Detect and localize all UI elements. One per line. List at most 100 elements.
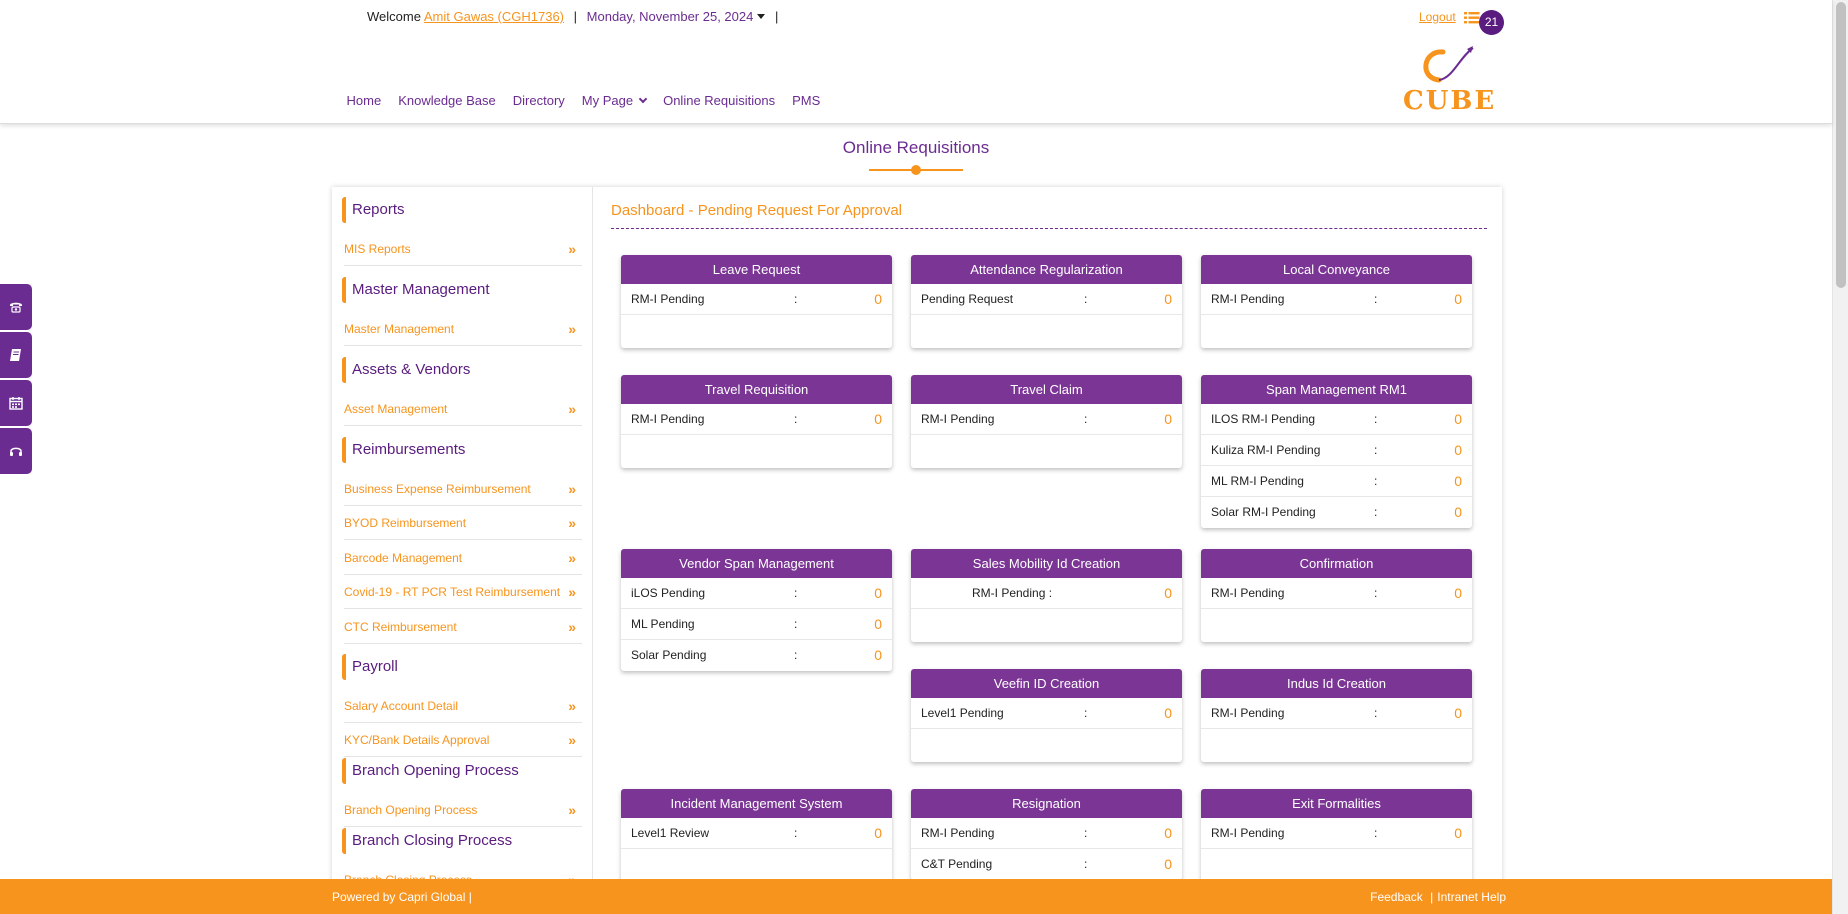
- row-count[interactable]: 0: [1454, 818, 1462, 849]
- logout-link[interactable]: Logout: [1419, 10, 1456, 24]
- feedback-link[interactable]: Feedback: [1370, 890, 1423, 904]
- intranet-help-link[interactable]: Intranet Help: [1437, 890, 1506, 904]
- sidebar-item-business-expense[interactable]: Business Expense Reimbursement »: [344, 472, 582, 506]
- row-count[interactable]: 0: [874, 404, 882, 435]
- row-count[interactable]: 0: [874, 578, 882, 609]
- row-count[interactable]: 0: [1164, 404, 1172, 435]
- row-count[interactable]: 0: [1454, 698, 1462, 729]
- sidebar-item-branch-opening[interactable]: Branch Opening Process »: [344, 793, 582, 827]
- row-count[interactable]: 0: [1454, 578, 1462, 609]
- double-chevron-right-icon: »: [568, 515, 576, 531]
- nav-my-page[interactable]: My Page: [573, 93, 654, 108]
- panel-row[interactable]: ML Pending: 0: [621, 609, 892, 640]
- sidebar-item-label: CTC Reimbursement: [344, 620, 457, 634]
- trailing-separator: |: [774, 9, 779, 24]
- top-header: Welcome Amit Gawas (CGH1736) | Monday, N…: [0, 0, 1832, 124]
- sidebar-item-salary-account[interactable]: Salary Account Detail »: [344, 689, 582, 723]
- notification-badge[interactable]: 21: [1479, 10, 1504, 35]
- panel-row[interactable]: RM-I Pending: 0: [1201, 578, 1472, 609]
- sidebar-item-kyc[interactable]: KYC/Bank Details Approval »: [344, 723, 582, 757]
- sidebar-item-ctc[interactable]: CTC Reimbursement »: [344, 610, 582, 644]
- row-colon: :: [794, 586, 798, 600]
- panel-spacer: [621, 849, 892, 882]
- panel-title: Exit Formalities: [1201, 789, 1472, 818]
- separator: |: [573, 9, 578, 24]
- panel-indus-id-creation: Indus Id Creation RM-I Pending: 0: [1201, 669, 1472, 762]
- panel-row[interactable]: RM-I Pending: 0: [911, 404, 1182, 435]
- row-count[interactable]: 0: [1454, 435, 1462, 466]
- nav-online-requisitions[interactable]: Online Requisitions: [655, 93, 784, 108]
- row-count[interactable]: 0: [1164, 849, 1172, 880]
- knowledge-button[interactable]: [0, 332, 32, 378]
- panel-row[interactable]: Solar RM-I Pending: 0: [1201, 497, 1472, 528]
- dashboard-title: Dashboard - Pending Request For Approval: [611, 202, 903, 219]
- sidebar-item-covid[interactable]: Covid-19 - RT PCR Test Reimbursement »: [344, 575, 582, 609]
- row-label: ML Pending: [631, 617, 695, 631]
- row-count[interactable]: 0: [1164, 698, 1172, 729]
- nav-knowledge-base[interactable]: Knowledge Base: [390, 93, 505, 108]
- user-name-link[interactable]: Amit Gawas (CGH1736): [424, 9, 564, 24]
- row-count[interactable]: 0: [874, 818, 882, 849]
- date-dropdown[interactable]: Monday, November 25, 2024: [587, 9, 766, 24]
- row-colon: :: [1084, 826, 1088, 840]
- panel-row[interactable]: RM-I Pending : 0: [911, 578, 1182, 609]
- calendar-button[interactable]: [0, 380, 32, 426]
- row-colon: :: [794, 617, 798, 631]
- panel-row[interactable]: ML RM-I Pending: 0: [1201, 466, 1472, 497]
- panel-spacer: [1201, 609, 1472, 642]
- sidebar-item-mis-reports[interactable]: MIS Reports »: [344, 232, 582, 266]
- book-icon: [10, 349, 21, 361]
- panel-row[interactable]: RM-I Pending: 0: [1201, 284, 1472, 315]
- panel-row[interactable]: Kuliza RM-I Pending: 0: [1201, 435, 1472, 466]
- sidebar-item-master-management[interactable]: Master Management »: [344, 312, 582, 346]
- footer-links: Feedback | Intranet Help: [1370, 890, 1506, 904]
- row-label: Pending Request: [921, 292, 1014, 306]
- panel-row[interactable]: RM-I Pending: 0: [621, 284, 892, 315]
- list-icon[interactable]: [1464, 11, 1480, 27]
- panel-row[interactable]: C&T Pending: 0: [911, 849, 1182, 880]
- panel-row[interactable]: RM-I Pending: 0: [911, 818, 1182, 849]
- panel-row[interactable]: Solar Pending: 0: [621, 640, 892, 671]
- row-count[interactable]: 0: [1164, 818, 1172, 849]
- footer-separator: |: [1430, 890, 1434, 904]
- double-chevron-right-icon: »: [568, 584, 576, 600]
- sidebar-item-label: KYC/Bank Details Approval: [344, 733, 490, 747]
- sidebar-item-label: Barcode Management: [344, 551, 463, 565]
- row-colon: :: [1084, 292, 1088, 306]
- nav-directory[interactable]: Directory: [504, 93, 573, 108]
- scrollbar-thumb[interactable]: [1836, 2, 1846, 288]
- sidebar-item-barcode[interactable]: Barcode Management »: [344, 541, 582, 575]
- row-count[interactable]: 0: [1164, 578, 1172, 609]
- logo-text: CUBE: [1403, 86, 1497, 116]
- panel-row[interactable]: Level1 Pending: 0: [911, 698, 1182, 729]
- phone-button[interactable]: [0, 284, 32, 330]
- row-count[interactable]: 0: [1454, 466, 1462, 497]
- row-count[interactable]: 0: [1454, 284, 1462, 315]
- nav-home[interactable]: Home: [338, 93, 390, 108]
- panel-title: Vendor Span Management: [621, 549, 892, 578]
- row-count[interactable]: 0: [874, 640, 882, 671]
- panel-row[interactable]: Level1 Review: 0: [621, 818, 892, 849]
- row-colon: :: [1374, 412, 1378, 426]
- panel-row[interactable]: iLOS Pending: 0: [621, 578, 892, 609]
- panel-row[interactable]: RM-I Pending: 0: [621, 404, 892, 435]
- row-count[interactable]: 0: [1164, 284, 1172, 315]
- sidebar-item-label: Salary Account Detail: [344, 699, 459, 713]
- row-colon: :: [794, 648, 798, 662]
- sidebar-item-byod[interactable]: BYOD Reimbursement »: [344, 506, 582, 540]
- panel-row[interactable]: ILOS RM-I Pending: 0: [1201, 404, 1472, 435]
- row-count[interactable]: 0: [874, 609, 882, 640]
- page-scrollbar[interactable]: [1832, 0, 1848, 914]
- row-count[interactable]: 0: [1454, 404, 1462, 435]
- nav-pms[interactable]: PMS: [784, 93, 829, 108]
- row-count[interactable]: 0: [874, 284, 882, 315]
- panel-row[interactable]: Pending Request: 0: [911, 284, 1182, 315]
- sidebar-item-asset-management[interactable]: Asset Management »: [344, 392, 582, 426]
- panel-row[interactable]: RM-I Pending: 0: [1201, 818, 1472, 849]
- panel-row[interactable]: RM-I Pending: 0: [1201, 698, 1472, 729]
- double-chevron-right-icon: »: [568, 619, 576, 635]
- section-reimbursements: Reimbursements: [342, 437, 465, 463]
- row-count[interactable]: 0: [1454, 497, 1462, 528]
- support-button[interactable]: [0, 428, 32, 474]
- double-chevron-right-icon: »: [568, 732, 576, 748]
